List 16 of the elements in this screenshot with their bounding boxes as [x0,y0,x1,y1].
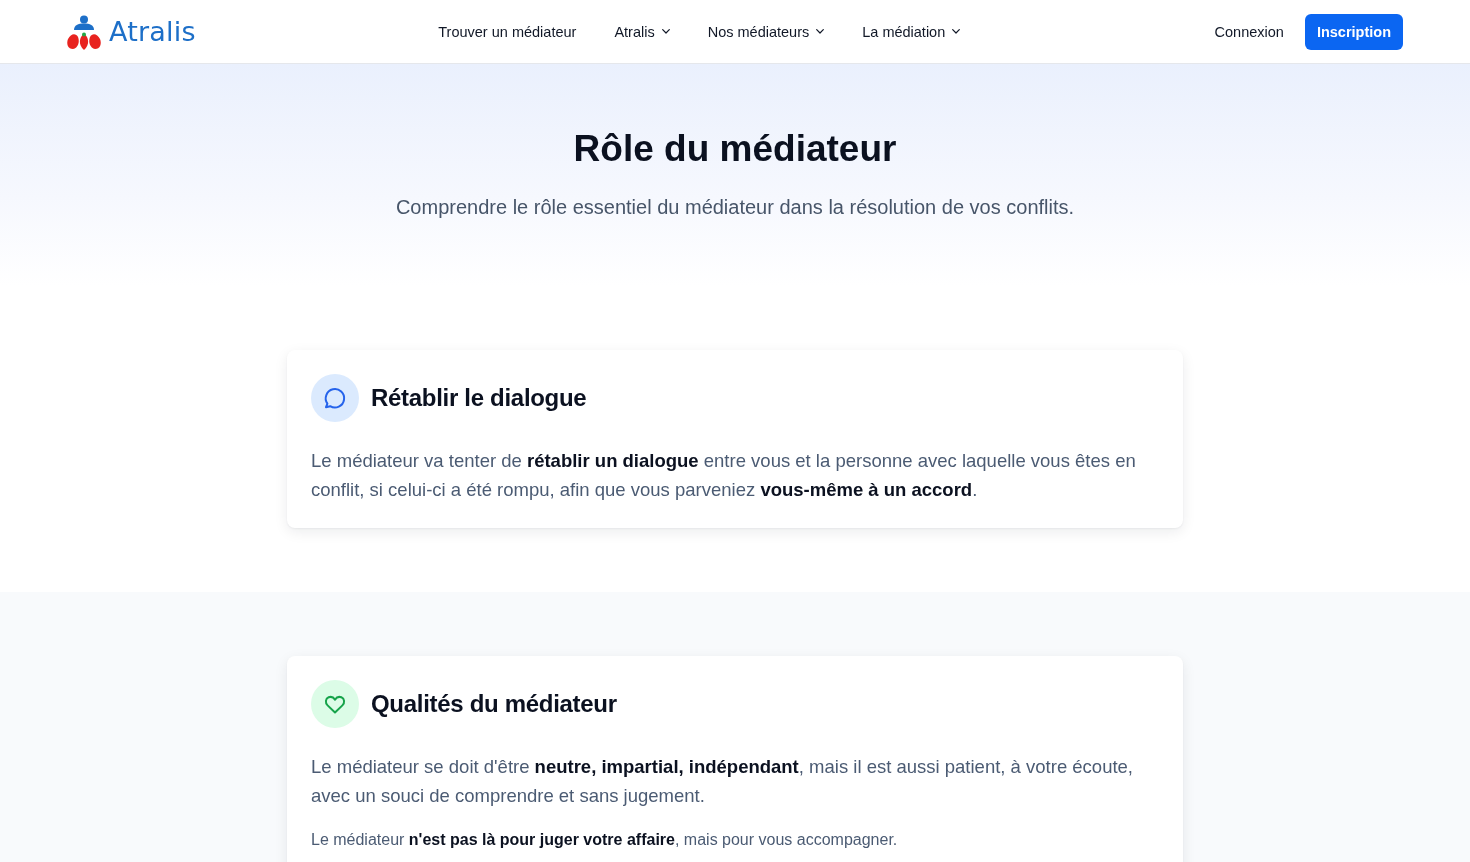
card-title: Rétablir le dialogue [371,384,587,412]
nav-link[interactable]: Nos médiateurs [707,23,825,40]
card-paragraph: Le médiateur se doit d'être neutre, impartial, indépendant, mais il est aussi patient, à votre écoute, avec un souci de comprendre et sans jugement. [311,755,1134,808]
card-paragraph: Le médiateur n'est pas là pour juger votre affaire, mais pour vous accompagner. [311,830,899,850]
nav-link[interactable]: La médiation [862,23,961,40]
card-title: Qualités du médiateur [371,690,617,718]
hero-subtitle: Comprendre le rôle essentiel du médiateur dans la résolution de vos conflits. [394,195,1076,220]
card-paragraph: Le médiateur va tenter de rétablir un dialogue entre vous et la personne avec laquelle vous êtes en conflit, si celui-ci a été rompu, afin que vous parveniez vous-même à un accord. [311,449,1137,502]
login-link[interactable]: Connexion [1214,23,1284,40]
logo-icon[interactable] [66,14,102,51]
speech-bubble-icon [311,374,359,422]
logo-text[interactable]: Atralis [109,18,196,45]
hero-title: Rôle du médiateur [572,127,898,171]
nav-link[interactable]: Trouver un médiateur [438,23,577,40]
signup-button[interactable]: Inscription [1304,13,1403,50]
nav-link[interactable]: Atralis [614,23,670,40]
